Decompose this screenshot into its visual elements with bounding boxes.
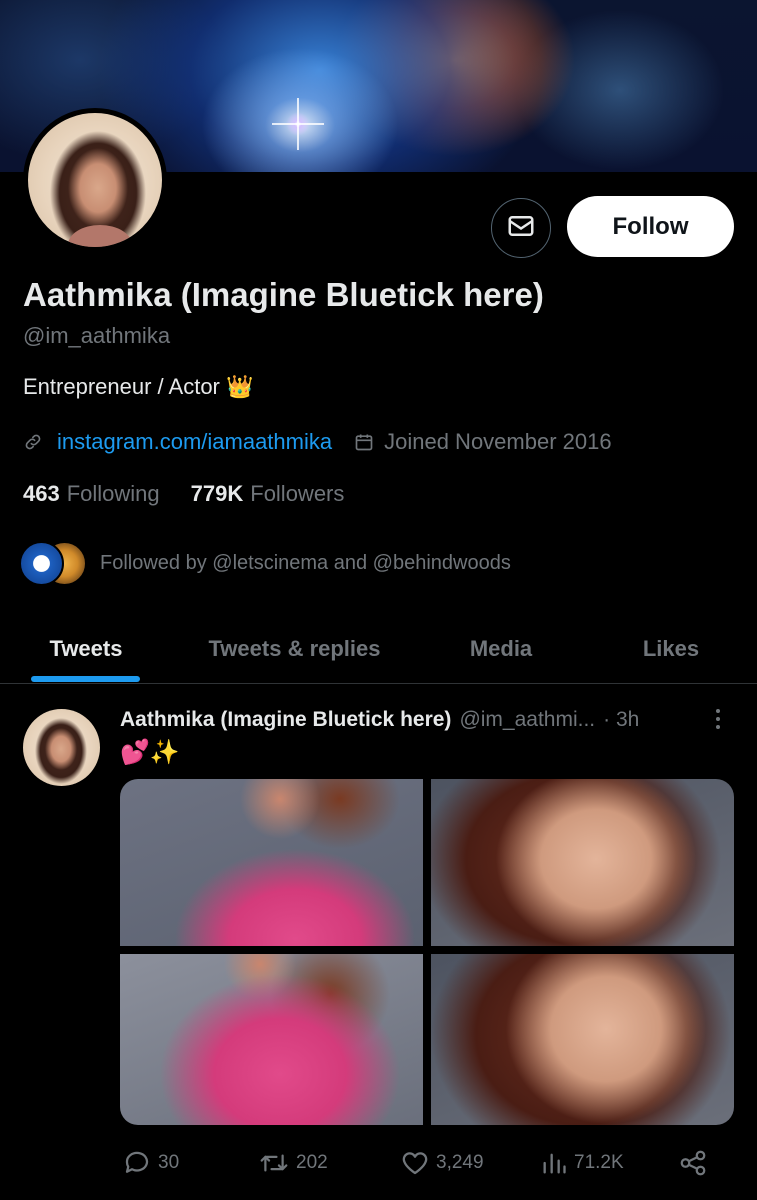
active-tab-indicator bbox=[31, 676, 140, 682]
tweet-timestamp[interactable]: · 3h bbox=[603, 708, 639, 732]
mail-icon bbox=[506, 211, 536, 246]
more-icon[interactable] bbox=[708, 705, 728, 733]
reply-icon bbox=[122, 1148, 152, 1178]
retweet-button[interactable]: 202 bbox=[258, 1145, 328, 1181]
like-count: 3,249 bbox=[436, 1152, 484, 1173]
tweet-photo-2[interactable] bbox=[431, 779, 734, 946]
tweet-media-grid bbox=[120, 779, 734, 1125]
link-icon bbox=[23, 432, 43, 452]
following-count: 463 bbox=[23, 481, 60, 506]
message-button[interactable] bbox=[491, 198, 551, 258]
profile-handle: @im_aathmika bbox=[23, 323, 171, 348]
like-button[interactable]: 3,249 bbox=[400, 1145, 484, 1181]
profile-avatar[interactable] bbox=[23, 108, 167, 252]
views-icon bbox=[540, 1148, 568, 1178]
banner-star bbox=[272, 98, 324, 150]
tweet-text: 💕✨ bbox=[120, 739, 180, 766]
tweet-actions: 30 202 3,249 71.2K bbox=[120, 1145, 734, 1181]
tab-media[interactable]: Media bbox=[417, 614, 585, 684]
tab-likes[interactable]: Likes bbox=[585, 614, 757, 684]
share-icon bbox=[678, 1148, 708, 1178]
tweet-author-avatar[interactable] bbox=[23, 709, 100, 786]
tweet-photo-3[interactable] bbox=[120, 954, 423, 1125]
tab-tweets[interactable]: Tweets bbox=[0, 614, 172, 684]
tweet-photo-1[interactable] bbox=[120, 779, 423, 946]
profile-display-name: Aathmika (Imagine Bluetick here) bbox=[23, 276, 544, 313]
followed-by-text: Followed by @letscinema and @behindwoods bbox=[100, 551, 511, 574]
views-button[interactable]: 71.2K bbox=[540, 1145, 624, 1181]
tab-tweets-replies[interactable]: Tweets & replies bbox=[172, 614, 417, 684]
profile-tabs: Tweets Tweets & replies Media Likes bbox=[0, 614, 757, 684]
tweet-photo-4[interactable] bbox=[431, 954, 734, 1125]
reply-count: 30 bbox=[158, 1152, 180, 1173]
following-count-link[interactable]: 463 Following bbox=[23, 481, 160, 507]
joined-date: Joined November 2016 bbox=[384, 429, 612, 454]
retweet-count: 202 bbox=[296, 1152, 328, 1173]
reply-button[interactable]: 30 bbox=[122, 1145, 179, 1181]
like-icon bbox=[400, 1148, 430, 1178]
website-link[interactable]: instagram.com/iamaathmika bbox=[57, 429, 332, 455]
tweet-author-name[interactable]: Aathmika (Imagine Bluetick here) bbox=[120, 708, 451, 732]
views-count: 71.2K bbox=[574, 1152, 624, 1173]
share-button[interactable] bbox=[678, 1145, 708, 1181]
followers-count-link[interactable]: 779K Followers bbox=[191, 481, 345, 507]
follower-avatar-letscinema bbox=[19, 540, 64, 586]
profile-meta: instagram.com/iamaathmika Joined Novembe… bbox=[23, 428, 612, 456]
retweet-icon bbox=[258, 1148, 290, 1178]
calendar-icon bbox=[354, 432, 374, 452]
following-label: Following bbox=[66, 481, 160, 506]
followers-count: 779K bbox=[190, 481, 244, 506]
followed-by-row[interactable]: Followed by @letscinema and @behindwoods bbox=[19, 540, 511, 586]
follow-counts: 463 Following 779K Followers bbox=[23, 481, 344, 507]
profile-bio: Entrepreneur / Actor 👑 bbox=[23, 374, 254, 399]
tweet-header: Aathmika (Imagine Bluetick here) @im_aat… bbox=[120, 706, 639, 734]
tweet-author-handle[interactable]: @im_aathmi... bbox=[459, 708, 595, 732]
follow-button[interactable]: Follow bbox=[567, 196, 734, 257]
followers-label: Followers bbox=[250, 481, 345, 506]
